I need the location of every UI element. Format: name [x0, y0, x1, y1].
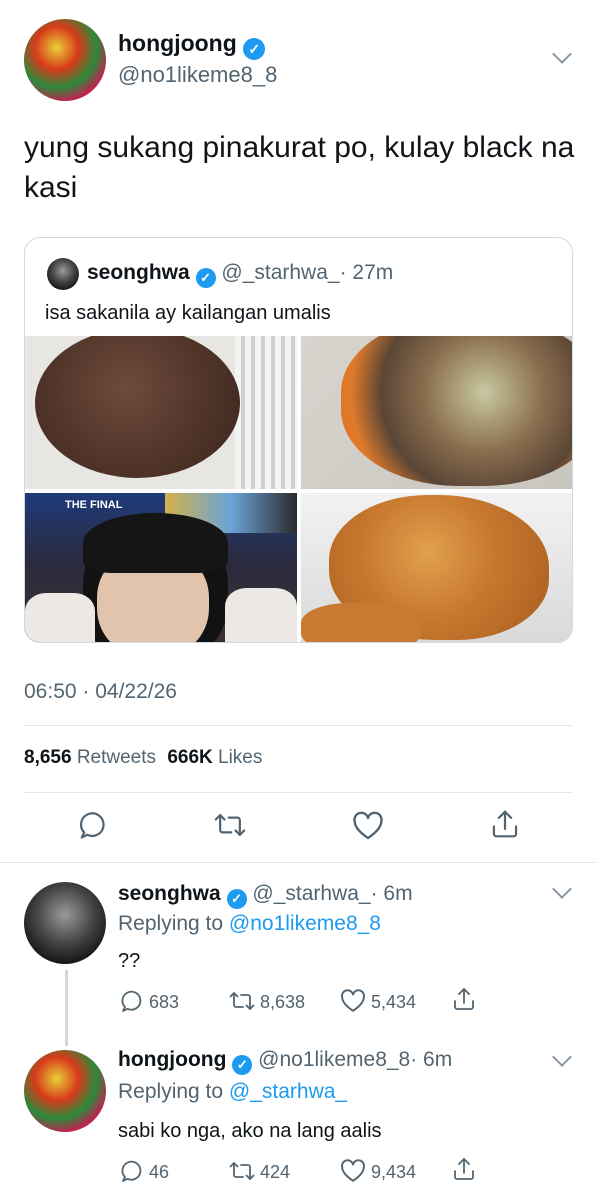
reply-icon[interactable]: [78, 810, 108, 840]
quoted-avatar: [47, 258, 79, 290]
replying-to-link[interactable]: @_starhwa_: [229, 1080, 347, 1103]
reply-avatar[interactable]: [24, 1050, 106, 1132]
replying-to-label: Replying to: [118, 1080, 224, 1103]
retweet-icon[interactable]: [214, 810, 246, 840]
media-image-person[interactable]: THE FINAL: [25, 493, 297, 642]
reply-item[interactable]: seonghwa ✓ @_starhwa_· 6m Replying to @n…: [0, 862, 597, 1046]
share-icon[interactable]: [452, 986, 476, 1017]
reply-handle[interactable]: @_starhwa_: [252, 882, 370, 905]
author-handle[interactable]: @no1likeme8_8: [118, 62, 277, 88]
reply-text: ??: [118, 950, 141, 972]
reply-handle[interactable]: @no1likeme8_8: [258, 1048, 410, 1071]
retweet-icon: [229, 992, 255, 1010]
quoted-time: · 27m: [339, 261, 394, 284]
quoted-display-name: seonghwa: [87, 261, 190, 284]
media-image-chocolate-truffle[interactable]: [25, 336, 297, 489]
like-count: 9,434: [371, 1162, 417, 1182]
author-avatar[interactable]: [24, 19, 106, 101]
media-grid[interactable]: THE FINAL: [25, 336, 572, 642]
reply-header: hongjoong ✓ @no1likeme8_8· 6m: [118, 1048, 452, 1075]
like-count[interactable]: 666K: [167, 747, 212, 768]
media-image-fried-chicken[interactable]: [301, 493, 572, 642]
reply-count: 683: [149, 992, 180, 1012]
reply-avatar[interactable]: [24, 882, 106, 964]
chevron-down-icon[interactable]: [552, 879, 572, 899]
retweet-count: 424: [260, 1162, 291, 1182]
chevron-down-icon[interactable]: [552, 44, 572, 64]
quoted-text: isa sakanila ay kailangan umalis: [45, 302, 331, 324]
retweet-count[interactable]: 8,656: [24, 747, 72, 768]
divider: [24, 725, 573, 726]
chevron-down-icon[interactable]: [552, 1047, 572, 1067]
reply-icon: [121, 990, 142, 1012]
replying-to-row: Replying to @no1likeme8_8: [118, 912, 381, 936]
verified-badge-icon: ✓: [226, 889, 247, 909]
author-display-name[interactable]: hongjoong: [118, 30, 237, 56]
like-count: 5,434: [371, 992, 417, 1012]
reply-text: sabi ko nga, ako na lang aalis: [118, 1120, 382, 1142]
reply-count: 46: [149, 1162, 170, 1182]
heart-icon: [341, 1159, 365, 1182]
heart-icon[interactable]: [352, 811, 384, 841]
author-name-row[interactable]: hongjoong ✓: [118, 30, 266, 60]
reply-action-reply[interactable]: 46: [120, 1159, 169, 1183]
share-icon[interactable]: [490, 808, 520, 840]
reply-action-like[interactable]: 9,434: [340, 1159, 416, 1183]
quoted-tweet-card[interactable]: seonghwa ✓ @_starhwa_· 27m isa sakanila …: [24, 237, 573, 643]
retweets-label[interactable]: Retweets: [77, 747, 156, 768]
heart-icon: [341, 989, 365, 1012]
replying-to-link[interactable]: @no1likeme8_8: [229, 912, 381, 935]
verified-badge-icon: ✓: [232, 1055, 253, 1075]
tweet-stats: 8,656 Retweets 666K Likes: [24, 747, 262, 769]
retweet-icon: [229, 1162, 255, 1180]
quoted-header: seonghwa ✓ @_starhwa_· 27m: [87, 261, 393, 288]
tweet-text: yung sukang pinakurat po, kulay black na…: [24, 131, 575, 204]
replying-to-label: Replying to: [118, 912, 224, 935]
retweet-count: 8,638: [260, 992, 306, 1012]
reply-time: · 6m: [410, 1048, 453, 1071]
reply-time: · 6m: [370, 882, 413, 905]
likes-label[interactable]: Likes: [218, 747, 262, 768]
verified-badge-icon: ✓: [195, 268, 216, 288]
reply-action-retweet[interactable]: 424: [229, 1159, 290, 1183]
reply-header: seonghwa ✓ @_starhwa_· 6m: [118, 882, 413, 909]
reply-action-retweet[interactable]: 8,638: [229, 989, 305, 1013]
reply-action-reply[interactable]: 683: [120, 989, 179, 1013]
replying-to-row: Replying to @_starhwa_: [118, 1080, 347, 1104]
share-icon[interactable]: [452, 1156, 476, 1187]
media-overlay-text: THE FINAL: [65, 499, 123, 511]
reply-display-name[interactable]: seonghwa: [118, 882, 221, 905]
reply-item[interactable]: hongjoong ✓ @no1likeme8_8· 6m Replying t…: [0, 1032, 597, 1200]
reply-action-like[interactable]: 5,434: [340, 989, 416, 1013]
divider: [24, 792, 573, 793]
reply-icon: [121, 1160, 142, 1182]
quoted-handle: @_starhwa_: [221, 261, 340, 284]
reply-display-name[interactable]: hongjoong: [118, 1048, 226, 1071]
tweet-timestamp[interactable]: 06:50 · 04/22/26: [24, 680, 177, 704]
verified-badge-icon: ✓: [243, 38, 266, 60]
media-image-shawarma[interactable]: [301, 336, 572, 489]
